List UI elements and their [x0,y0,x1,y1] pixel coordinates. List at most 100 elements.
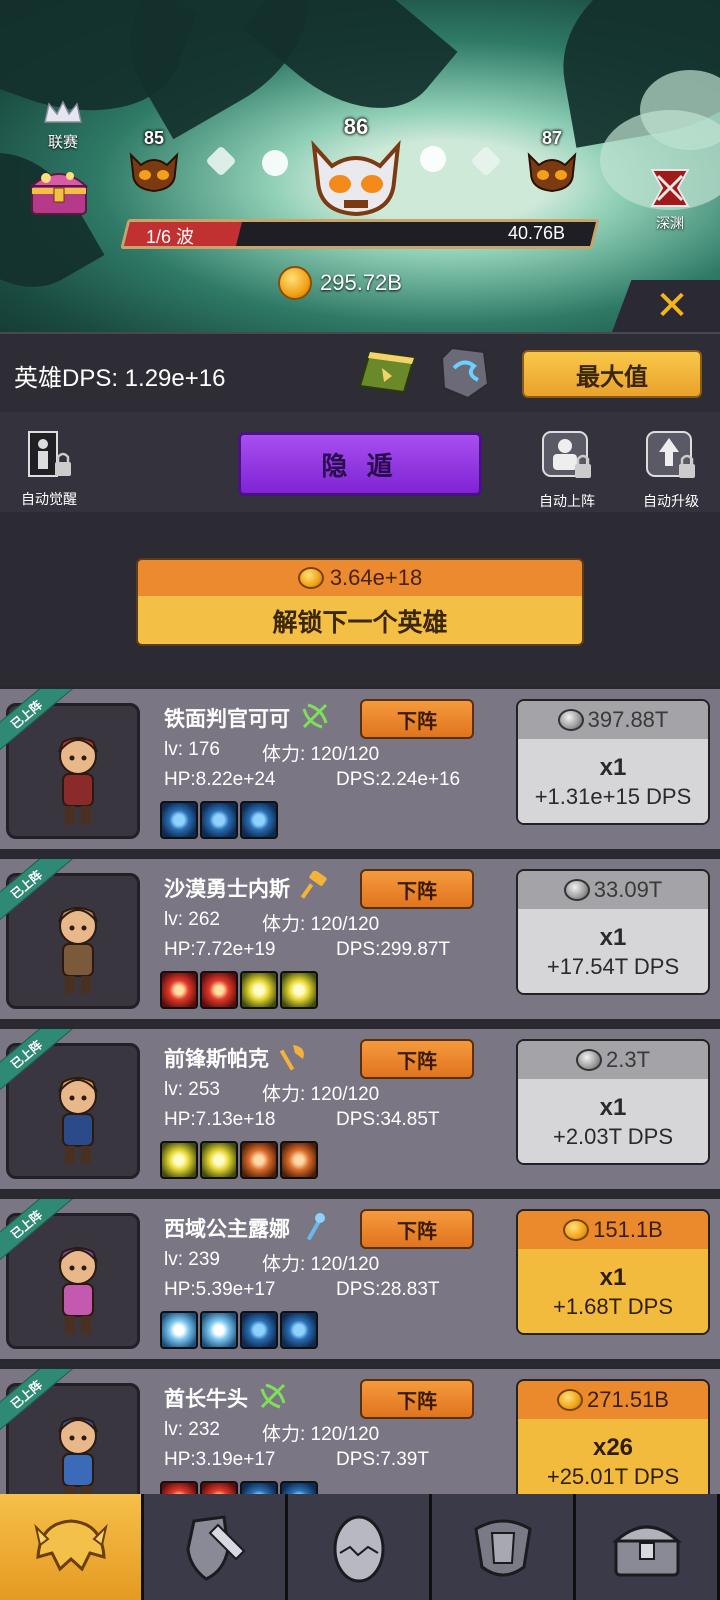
hero-stamina: 体力: 120/120 [262,914,380,935]
skill-yellow-icon[interactable] [240,971,278,1009]
upgrade-dps-gain: +25.01T DPS [546,1464,680,1489]
hero-card[interactable]: 已上阵 酋长牛头 下阵 lv: 232 体力: 120/120 HP:3.19e… [0,1366,720,1494]
retire-button[interactable]: 下阵 [360,1039,474,1079]
deployed-badge: 已上阵 [0,859,73,926]
deployed-badge: 已上阵 [0,689,73,756]
unlock-next-hero-button[interactable]: 3.64e+18 解锁下一个英雄 [136,558,584,646]
upgrade-cost: 2.3T [605,1047,651,1072]
book-icon[interactable] [358,348,416,396]
hero-dps: DPS:299.87T [336,939,451,960]
deploy-locked-icon [542,431,591,478]
hero-card[interactable]: 已上阵 铁面判官可可 下阵 lv: 176 体力: 120/120 HP:8.2… [0,686,720,852]
unlock-cost: 3.64e+18 [329,565,423,590]
coin-icon [557,709,584,731]
stage-dot [420,146,446,172]
league-button[interactable]: 联赛 [34,100,92,152]
retire-button[interactable]: 下阵 [360,1379,474,1419]
stage-dot [470,145,502,177]
skill-yellow-icon[interactable] [200,1141,238,1179]
level-up-button[interactable]: 2.3T x1 +2.03T DPS [516,1039,710,1165]
hero-card[interactable]: 已上阵 西域公主露娜 下阵 lv: 239 体力: 120/120 HP:5.3… [0,1196,720,1362]
unlock-area: 3.64e+18 解锁下一个英雄 [0,512,720,686]
skill-yellow-icon[interactable] [280,971,318,1009]
hero-name: 前锋斯帕克 [164,1048,269,1071]
hero-skills [160,1311,318,1349]
level-up-button[interactable]: 397.88T x1 +1.31e+15 DPS [516,699,710,825]
level-up-button[interactable]: 33.09T x1 +17.54T DPS [516,869,710,995]
skill-orange-icon[interactable] [280,1141,318,1179]
close-button[interactable]: ✕ [612,280,720,332]
tab-treasure[interactable] [576,1494,720,1600]
coin-icon [563,1219,590,1241]
upgrade-multiplier: x1 [599,924,627,951]
auto-upgrade-toggle[interactable]: 自动升级 [626,430,716,511]
skill-blue-icon[interactable] [280,1311,318,1349]
stage-prev: 85 [126,128,182,200]
upgrade-cost: 271.51B [587,1387,669,1412]
equipment-shield-icon [185,1515,245,1581]
coin-icon [575,1049,602,1071]
retire-button[interactable]: 下阵 [360,699,474,739]
tab-pets[interactable] [288,1494,432,1600]
staff-icon [300,1211,330,1241]
hero-dps: DPS:34.85T [336,1109,440,1130]
skill-blue-icon[interactable] [240,801,278,839]
skill-blue-icon[interactable] [160,801,198,839]
skull-icon [129,152,179,193]
rune-stone-icon[interactable] [438,344,492,400]
level-up-button[interactable]: 271.51B x26 +25.01T DPS [516,1379,710,1494]
upgrade-locked-icon [646,431,695,478]
skill-ice-icon[interactable] [160,1311,198,1349]
auto-deploy-toggle[interactable]: 自动上阵 [522,430,612,511]
hero-hp: HP:8.22e+24 [164,769,276,790]
skull-icon [527,152,577,193]
tab-armor[interactable] [432,1494,576,1600]
skill-blue-icon[interactable] [280,1481,318,1494]
tab-heroes[interactable] [0,1494,144,1600]
skill-red-icon[interactable] [160,971,198,1009]
hero-stamina: 体力: 120/120 [262,744,380,765]
hero-hp: HP:7.72e+19 [164,939,276,960]
level-up-button[interactable]: 151.1B x1 +1.68T DPS [516,1209,710,1335]
auto-awaken-toggle[interactable]: 自动觉醒 [4,430,94,509]
upgrade-cost: 33.09T [593,877,663,902]
bottom-nav [0,1494,720,1600]
hero-card[interactable]: 已上阵 前锋斯帕克 下阵 lv: 253 体力: 120/120 HP:7.13… [0,1026,720,1192]
hero-skills [160,1141,318,1179]
tab-equipment[interactable] [144,1494,288,1600]
skill-red-icon[interactable] [160,1481,198,1494]
hero-skills [160,971,318,1009]
crossbow-icon [258,1381,288,1411]
skill-yellow-icon[interactable] [160,1141,198,1179]
hammer-icon [300,870,330,901]
skill-ice-icon[interactable] [200,1311,238,1349]
hero-hp: HP:7.13e+18 [164,1109,276,1130]
stage-current: 86 [306,114,406,223]
skill-blue-icon[interactable] [240,1311,278,1349]
treasure-chest-icon[interactable] [26,158,92,218]
gold-coin-icon [278,266,312,300]
upgrade-cost: 397.88T [587,707,669,732]
retire-button[interactable]: 下阵 [360,869,474,909]
crown-icon [44,100,82,123]
skill-red-icon[interactable] [200,1481,238,1494]
stage-dot [262,150,288,176]
max-button[interactable]: 最大值 [522,350,702,398]
skill-blue-icon[interactable] [200,801,238,839]
skill-blue-icon[interactable] [240,1481,278,1494]
retire-button[interactable]: 下阵 [360,1209,474,1249]
coin-icon [557,1389,584,1411]
hero-hp: HP:5.39e+17 [164,1279,276,1300]
crossbow-icon [300,701,330,731]
boss-hp: 40.76B [508,223,566,243]
stage-dot [205,145,237,177]
hero-name: 铁面判官可可 [164,708,290,731]
skill-orange-icon[interactable] [240,1141,278,1179]
hero-card[interactable]: 已上阵 沙漠勇士内斯 下阵 lv: 262 体力: 120/120 HP:7.7… [0,856,720,1022]
hero-skills [160,801,278,839]
hide-button[interactable]: 隐 遁 [238,432,482,496]
hero-name: 酋长牛头 [164,1388,248,1411]
hero-dps: DPS:28.83T [336,1279,440,1300]
abyss-button[interactable]: 深渊 [640,168,700,233]
skill-red-icon[interactable] [200,971,238,1009]
